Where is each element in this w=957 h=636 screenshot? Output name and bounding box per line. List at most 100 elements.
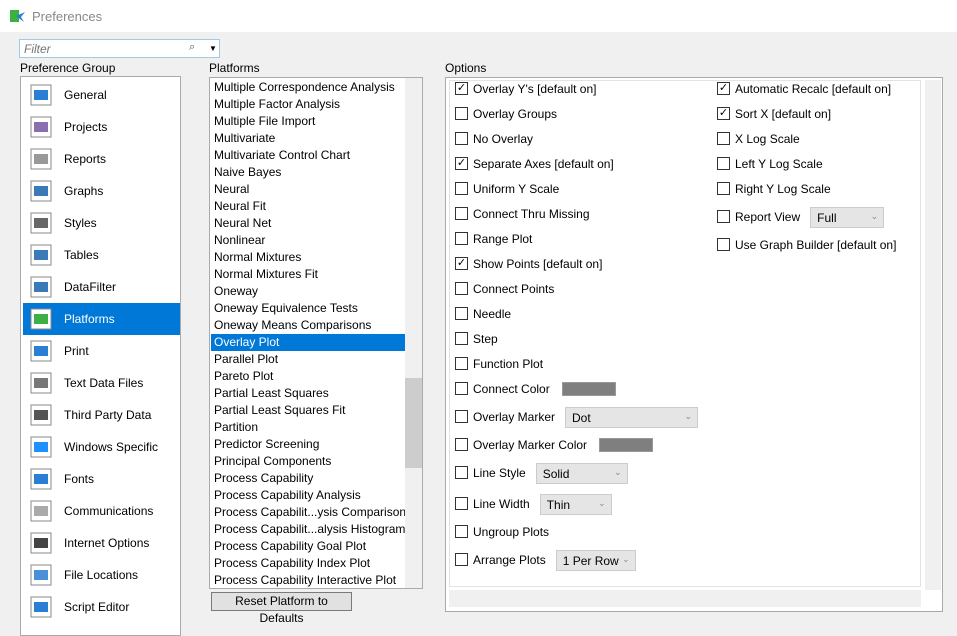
preference-group-item[interactable]: Fonts xyxy=(23,463,180,495)
platform-item[interactable]: Oneway xyxy=(211,283,405,300)
option-select[interactable]: Dot ⌄ xyxy=(565,407,699,428)
preference-group-item-label: DataFilter xyxy=(64,280,117,294)
option-checkbox[interactable] xyxy=(455,282,468,295)
options-vertical-scrollbar[interactable] xyxy=(925,80,941,590)
option-checkbox[interactable]: ✓ xyxy=(455,157,468,170)
option-checkbox[interactable] xyxy=(455,132,468,145)
preference-group-item[interactable]: Windows Specific xyxy=(23,431,180,463)
option-checkbox[interactable] xyxy=(455,410,468,423)
general-icon xyxy=(25,81,57,109)
option-select[interactable]: 1 Per Row ⌄ xyxy=(555,550,636,571)
preference-group-item[interactable]: Script Editor xyxy=(23,591,180,623)
option-checkbox[interactable] xyxy=(455,497,468,510)
platform-item[interactable]: Multivariate Control Chart xyxy=(211,147,405,164)
preference-group-item[interactable]: Tables xyxy=(23,239,180,271)
platform-item[interactable]: Multivariate xyxy=(211,130,405,147)
reset-platform-button[interactable]: Reset Platform to Defaults xyxy=(211,592,352,625)
platform-item[interactable]: Partition xyxy=(211,419,405,436)
option-checkbox[interactable] xyxy=(455,307,468,320)
platform-item[interactable]: Oneway Means Comparisons xyxy=(211,317,405,334)
preference-group-item[interactable]: Reports xyxy=(23,143,180,175)
platform-item[interactable]: Process Capabilit...alysis Histogram xyxy=(211,521,405,538)
platform-item[interactable]: Normal Mixtures xyxy=(211,249,405,266)
option-select[interactable]: Full ⌄ xyxy=(810,207,885,228)
option-checkbox[interactable]: ✓ xyxy=(717,107,730,120)
option-label: Use Graph Builder [default on] xyxy=(735,238,897,252)
option-select[interactable]: Thin ⌄ xyxy=(539,494,612,515)
preference-group-item[interactable]: Internet Options xyxy=(23,527,180,559)
preference-group-item[interactable]: Text Data Files xyxy=(23,367,180,399)
filter-input[interactable] xyxy=(19,39,208,58)
option-label: Show Points [default on] xyxy=(473,257,603,271)
preference-group-item[interactable]: Projects xyxy=(23,111,180,143)
platform-item[interactable]: Process Capabilit...ysis Comparisons xyxy=(211,504,412,521)
platform-item[interactable]: Process Capability Index Plot xyxy=(211,555,405,572)
platform-item[interactable]: Naive Bayes xyxy=(211,164,405,181)
platform-item[interactable]: Neural xyxy=(211,181,405,198)
color-swatch-button[interactable] xyxy=(599,438,654,452)
app-icon xyxy=(10,10,25,22)
platform-item[interactable]: Multiple Correspondence Analysis xyxy=(211,79,405,96)
option-checkbox[interactable] xyxy=(717,157,730,170)
preference-group-item[interactable]: General xyxy=(23,79,180,111)
option-checkbox[interactable] xyxy=(455,438,468,451)
preference-group-item[interactable]: Styles xyxy=(23,207,180,239)
option-checkbox[interactable] xyxy=(717,132,730,145)
option-checkbox[interactable] xyxy=(455,332,468,345)
option-checkbox[interactable] xyxy=(455,553,468,566)
option-checkbox[interactable]: ✓ xyxy=(717,82,730,95)
option-checkbox[interactable] xyxy=(455,466,468,479)
platforms-list[interactable]: Process Capability Interactive Plot Proce… xyxy=(209,77,423,589)
platform-item[interactable]: Partial Least Squares Fit xyxy=(211,402,405,419)
filter-dropdown-button[interactable]: ▼ xyxy=(207,39,220,58)
platform-item[interactable]: Pareto Plot xyxy=(211,368,405,385)
option-checkbox[interactable] xyxy=(717,182,730,195)
platform-item[interactable]: Process Capability Goal Plot xyxy=(211,538,405,555)
reports-icon xyxy=(25,145,57,173)
option-checkbox[interactable] xyxy=(455,182,468,195)
platform-item[interactable]: Partial Least Squares xyxy=(211,385,405,402)
option-checkbox[interactable] xyxy=(455,107,468,120)
option-checkbox[interactable] xyxy=(455,525,468,538)
platform-item[interactable]: Process Capability xyxy=(211,470,405,487)
preference-group-item[interactable]: DataFilter xyxy=(23,271,180,303)
option-checkbox[interactable] xyxy=(455,357,468,370)
preference-group-list[interactable]: General Projects Reports Graphs Styles Tables… xyxy=(20,76,181,636)
color-swatch-button[interactable] xyxy=(561,382,616,396)
search-icon[interactable]: ⌕ xyxy=(189,41,195,54)
platform-item[interactable]: Normal Mixtures Fit xyxy=(211,266,405,283)
platform-item[interactable]: Nonlinear xyxy=(211,232,405,249)
preference-group-item[interactable]: Platforms xyxy=(23,303,180,335)
platform-item[interactable]: Neural Fit xyxy=(211,198,405,215)
option-checkbox[interactable] xyxy=(717,238,730,251)
platforms-scrollbar-thumb[interactable] xyxy=(405,378,422,468)
platform-item[interactable]: Oneway Equivalence Tests xyxy=(211,300,405,317)
platform-item[interactable]: Process Capability Analysis xyxy=(211,487,405,504)
platform-item[interactable]: Neural Net xyxy=(211,215,405,232)
option-checkbox[interactable] xyxy=(455,207,468,220)
options-horizontal-scrollbar[interactable] xyxy=(449,590,921,607)
preference-group-item[interactable]: Communications xyxy=(23,495,180,527)
preference-group-item[interactable]: Print xyxy=(23,335,180,367)
platform-item[interactable]: Multiple Factor Analysis xyxy=(211,96,405,113)
platform-item[interactable]: Predictor Screening xyxy=(211,436,405,453)
platform-item[interactable]: Overlay Plot xyxy=(211,334,405,351)
third-party-data-icon xyxy=(25,401,57,429)
option-checkbox[interactable] xyxy=(455,232,468,245)
option-checkbox[interactable]: ✓ xyxy=(455,82,468,95)
option-select-value: Dot xyxy=(572,411,591,425)
platform-item[interactable]: Process Capability Interactive Plot xyxy=(211,572,405,588)
platform-item[interactable]: Principal Components xyxy=(211,453,405,470)
preference-group-item[interactable]: Graphs xyxy=(23,175,180,207)
option-checkbox[interactable] xyxy=(455,382,468,395)
platform-item[interactable]: Multiple File Import xyxy=(211,113,405,130)
preference-group-item[interactable]: Third Party Data xyxy=(23,399,180,431)
preference-group-item[interactable]: File Locations xyxy=(23,559,180,591)
platform-item[interactable]: Parallel Plot xyxy=(211,351,405,368)
option-checkbox[interactable] xyxy=(717,210,730,223)
option-checkbox[interactable]: ✓ xyxy=(455,257,468,270)
platforms-scrollbar[interactable] xyxy=(405,78,422,588)
chevron-down-icon: ⌄ xyxy=(614,467,622,477)
option-label: Line Style xyxy=(473,466,526,480)
option-select[interactable]: Solid ⌄ xyxy=(535,463,628,484)
